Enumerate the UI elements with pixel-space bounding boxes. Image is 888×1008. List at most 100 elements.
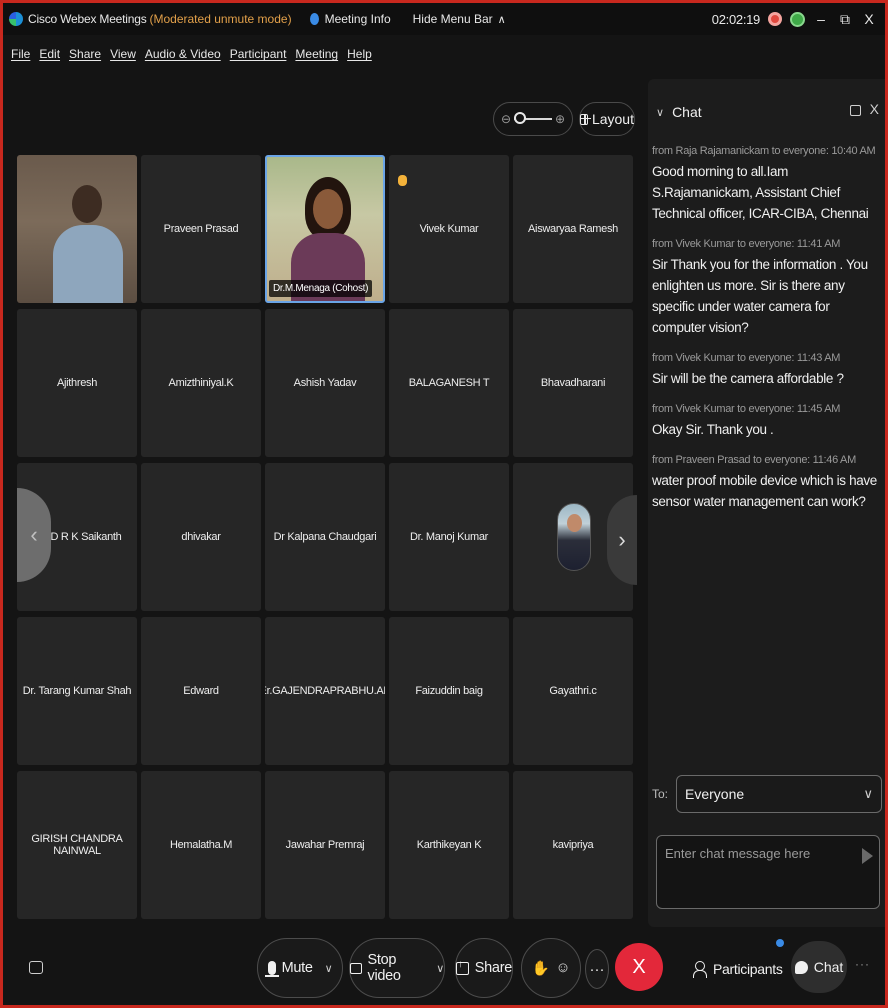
- close-chat-button[interactable]: X: [870, 101, 879, 117]
- more-options-button[interactable]: ···: [585, 949, 609, 989]
- end-call-icon: X: [632, 955, 646, 978]
- participant-tile[interactable]: Er.GAJENDRAPRABHU.AP: [265, 617, 385, 765]
- chat-button[interactable]: Chat: [791, 941, 847, 993]
- chat-message: from Vivek Kumar to everyone: 11:45 AM O…: [652, 403, 881, 440]
- message-text: Sir will be the camera affordable ?: [652, 371, 844, 386]
- close-window-button[interactable]: X: [861, 11, 877, 27]
- stop-video-button[interactable]: Stop video ∨: [349, 938, 445, 998]
- participant-tile[interactable]: Karthikeyan K: [389, 771, 509, 919]
- video-tile[interactable]: [17, 155, 137, 303]
- participants-icon: [693, 961, 707, 978]
- participant-name: Karthikeyan K: [416, 839, 482, 851]
- zoom-slider[interactable]: ⊖ ⊕: [493, 102, 573, 136]
- stop-video-label: Stop video: [367, 952, 401, 984]
- menu-participant[interactable]: Participant: [230, 47, 287, 69]
- chat-message: from Vivek Kumar to everyone: 11:41 AM S…: [652, 238, 881, 338]
- participants-button[interactable]: Participants: [693, 951, 783, 987]
- zoom-knob[interactable]: [514, 112, 527, 124]
- participant-tile[interactable]: Aiswaryaa Ramesh: [513, 155, 633, 303]
- menu-file[interactable]: File: [11, 47, 30, 69]
- chevron-down-icon[interactable]: ∨: [436, 962, 444, 975]
- hide-menu-label: Hide Menu Bar: [412, 12, 493, 26]
- participant-name: BALAGANESH T: [408, 377, 490, 389]
- more-icon: ···: [589, 960, 605, 978]
- participant-tile[interactable]: Ajithresh: [17, 309, 137, 457]
- participant-name: Amizthiniyal.K: [168, 377, 234, 389]
- menu-meeting[interactable]: Meeting: [295, 47, 338, 69]
- menu-view[interactable]: View: [110, 47, 136, 69]
- participant-tile[interactable]: BALAGANESH T: [389, 309, 509, 457]
- layout-label: Layout: [591, 111, 634, 127]
- to-label: To:: [652, 787, 669, 801]
- chevron-up-icon: ∧: [497, 13, 506, 26]
- participant-tile[interactable]: Vivek Kumar: [389, 155, 509, 303]
- chat-bubble-icon: [794, 960, 808, 974]
- recording-icon[interactable]: [768, 12, 782, 26]
- mute-button[interactable]: Mute ∨: [257, 938, 343, 998]
- zoom-out-icon[interactable]: ⊖: [501, 112, 511, 126]
- participant-tile[interactable]: dhivakar: [141, 463, 261, 611]
- zoom-track[interactable]: [514, 112, 552, 124]
- participant-tile[interactable]: Praveen Prasad: [141, 155, 261, 303]
- reactions-icon[interactable]: ☺: [556, 960, 571, 976]
- participant-tile[interactable]: Gayathri.c: [513, 617, 633, 765]
- participant-tile[interactable]: Ashish Yadav: [265, 309, 385, 457]
- menu-help[interactable]: Help: [347, 47, 372, 69]
- restore-button[interactable]: ⧉: [837, 11, 853, 28]
- message-meta: from Raja Rajamanickam to everyone: 10:4…: [652, 145, 876, 157]
- participant-tile[interactable]: Dr. Tarang Kumar Shah: [17, 617, 137, 765]
- minimize-button[interactable]: –: [813, 11, 829, 27]
- participant-tile[interactable]: Dr. Manoj Kumar: [389, 463, 509, 611]
- reactions-group: ✋ ☺: [521, 938, 581, 998]
- captions-icon[interactable]: [29, 961, 43, 974]
- meeting-controls: Mute ∨ Stop video ∨ Share ✋ ☺ ··· X Part…: [3, 935, 885, 1005]
- recipient-value: Everyone: [685, 786, 745, 802]
- chat-message-input[interactable]: Enter chat message here: [656, 835, 880, 909]
- meeting-info-button[interactable]: Meeting Info: [309, 12, 391, 26]
- participant-name: Bhavadharani: [540, 377, 606, 389]
- participant-tile[interactable]: Faizuddin baig: [389, 617, 509, 765]
- message-text: water proof mobile device which is have …: [652, 473, 877, 509]
- more-icon[interactable]: ···: [855, 957, 870, 971]
- participant-tile[interactable]: Jawahar Premraj: [265, 771, 385, 919]
- participant-tile[interactable]: kavipriya: [513, 771, 633, 919]
- chevron-down-icon[interactable]: ∨: [325, 962, 333, 975]
- participant-name: Praveen Prasad: [163, 223, 239, 235]
- message-meta: from Praveen Prasad to everyone: 11:46 A…: [652, 454, 856, 466]
- leave-meeting-button[interactable]: X: [615, 943, 663, 991]
- participant-tile[interactable]: GIRISH CHANDRA NAINWAL: [17, 771, 137, 919]
- participant-name: Gayathri.c: [549, 685, 597, 697]
- next-page-button[interactable]: ›: [607, 495, 637, 585]
- participant-tile[interactable]: Edward: [141, 617, 261, 765]
- participant-tile[interactable]: Hemalatha.M: [141, 771, 261, 919]
- participant-tile[interactable]: Amizthiniyal.K: [141, 309, 261, 457]
- participant-name: Hemalatha.M: [169, 839, 233, 851]
- participants-label: Participants: [713, 961, 783, 977]
- participant-name: kavipriya: [552, 839, 594, 851]
- menu-audio-video[interactable]: Audio & Video: [145, 47, 221, 69]
- raise-hand-icon[interactable]: ✋: [532, 960, 550, 977]
- chat-messages: from Raja Rajamanickam to everyone: 10:4…: [648, 145, 885, 512]
- participant-video-figure: [313, 189, 343, 229]
- share-icon: [456, 959, 469, 975]
- share-button[interactable]: Share: [455, 938, 513, 998]
- chevron-right-icon: ›: [618, 527, 626, 552]
- menu-edit[interactable]: Edit: [39, 47, 60, 69]
- chat-message: from Vivek Kumar to everyone: 11:43 AM S…: [652, 352, 881, 389]
- participant-tile[interactable]: Bhavadharani: [513, 309, 633, 457]
- active-speaker-video-tile[interactable]: Dr.M.Menaga (Cohost): [265, 155, 385, 303]
- hide-menu-bar-button[interactable]: Hide Menu Bar ∧: [413, 12, 506, 26]
- info-icon: [309, 13, 319, 25]
- participant-tile[interactable]: Dr Kalpana Chaudgari: [265, 463, 385, 611]
- menu-share[interactable]: Share: [69, 47, 101, 69]
- recipient-select[interactable]: Everyone ∨: [676, 775, 882, 813]
- collapse-chevron-icon[interactable]: ∨: [656, 106, 664, 119]
- popout-icon[interactable]: [850, 105, 861, 116]
- zoom-in-icon[interactable]: ⊕: [555, 112, 565, 126]
- layout-button[interactable]: Layout: [579, 102, 635, 136]
- send-icon[interactable]: [862, 848, 873, 864]
- share-label: Share: [474, 960, 513, 976]
- mute-label: Mute: [281, 960, 313, 976]
- notification-dot: [776, 939, 784, 947]
- user-avatar[interactable]: [790, 11, 805, 27]
